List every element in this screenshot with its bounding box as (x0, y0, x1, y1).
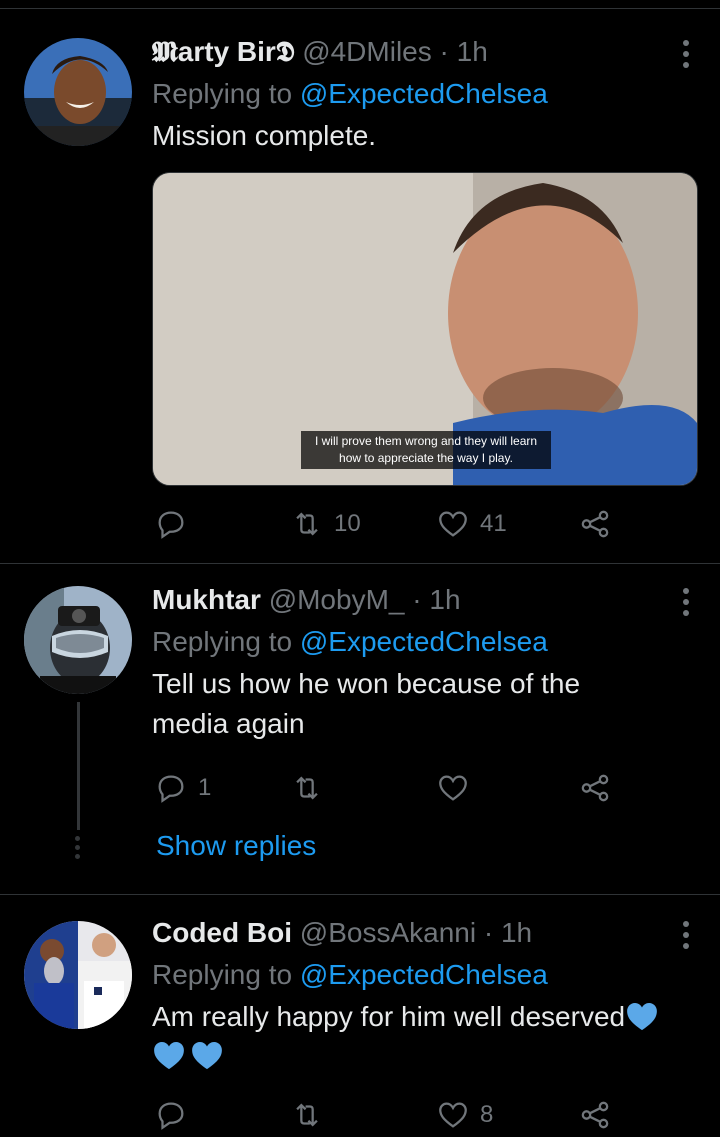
tweet-header: Coded Boi @BossAkanni · 1h (152, 915, 696, 951)
replying-to-label: Replying to (152, 626, 293, 657)
tweet-text-block: Am really happy for him well deserved (152, 997, 712, 1037)
reply-button[interactable]: 1 (154, 766, 211, 810)
like-icon (439, 1102, 467, 1128)
tweet-text: Tell us how he won because of the media … (152, 668, 581, 739)
avatar[interactable] (24, 38, 132, 146)
tweet-actions: 1 (152, 766, 622, 810)
like-icon (439, 511, 467, 537)
reply-button[interactable] (154, 502, 198, 546)
tweet-header: Mukhtar @MobyM_ · 1h (152, 582, 696, 618)
retweet-button[interactable]: 10 (290, 502, 361, 546)
reply-icon (158, 775, 184, 803)
display-name[interactable]: Mukhtar (152, 584, 261, 615)
replying-to: Replying to @ExpectedChelsea (152, 76, 696, 112)
tweet-actions: 8 (152, 1093, 622, 1137)
share-icon (581, 510, 609, 538)
replying-to: Replying to @ExpectedChelsea (152, 957, 696, 993)
share-button[interactable] (578, 1093, 612, 1137)
tweet-header: 𝕸arty Bir𝕯 @4DMiles · 1h (152, 34, 696, 70)
replying-to: Replying to @ExpectedChelsea (152, 624, 696, 660)
like-button[interactable] (436, 766, 480, 810)
like-button[interactable]: 8 (436, 1093, 493, 1137)
tweet-video[interactable]: I will prove them wrong and they will le… (152, 172, 698, 486)
share-icon (581, 774, 609, 802)
emoji-row (152, 1039, 696, 1071)
mention-link[interactable]: @ExpectedChelsea (300, 626, 548, 657)
tweet-2[interactable]: Mukhtar @MobyM_ · 1h Replying to @Expect… (0, 564, 720, 894)
tweet-3[interactable]: Coded Boi @BossAkanni · 1h Replying to @… (0, 895, 720, 1130)
tweet-text: Am really happy for him well deserved (152, 1001, 626, 1032)
tweet-text: Mission complete. (152, 120, 377, 151)
user-handle[interactable]: @4DMiles (302, 36, 432, 67)
more-icon[interactable] (680, 40, 692, 68)
reply-count: 1 (198, 774, 212, 801)
video-caption: I will prove them wrong and they will le… (301, 431, 551, 469)
separator-dot: · (439, 36, 449, 67)
retweet-icon (296, 776, 318, 800)
tweet-content: Mukhtar @MobyM_ · 1h Replying to @Expect… (152, 582, 696, 744)
display-name[interactable]: Coded Boi (152, 917, 292, 948)
avatar[interactable] (24, 586, 132, 694)
tweet-1[interactable]: 𝕸arty Bir𝕯 @4DMiles · 1h Replying to @Ex… (0, 0, 720, 560)
blue-heart-emoji (154, 1041, 184, 1070)
user-handle[interactable]: @MobyM_ (269, 584, 405, 615)
tweet-content: 𝕸arty Bir𝕯 @4DMiles · 1h Replying to @Ex… (152, 34, 696, 156)
more-icon[interactable] (680, 921, 692, 949)
share-button[interactable] (578, 766, 612, 810)
blue-heart-emoji (627, 1002, 657, 1031)
timestamp[interactable]: 1h (501, 917, 532, 948)
display-name[interactable]: 𝕸arty Bir𝕯 (152, 36, 294, 67)
like-button[interactable]: 41 (436, 502, 507, 546)
mention-link[interactable]: @ExpectedChelsea (300, 78, 548, 109)
share-icon (581, 1101, 609, 1129)
tweet-content: Coded Boi @BossAkanni · 1h Replying to @… (152, 915, 696, 1071)
separator-dot: · (412, 584, 422, 615)
retweet-button[interactable] (290, 1093, 334, 1137)
separator-dot: · (483, 917, 494, 948)
tweet-actions: 10 41 (152, 502, 622, 546)
more-icon[interactable] (680, 588, 692, 616)
share-button[interactable] (578, 502, 612, 546)
blue-heart-emoji (192, 1041, 222, 1070)
like-count: 41 (480, 510, 507, 537)
timestamp[interactable]: 1h (429, 584, 460, 615)
retweet-button[interactable] (290, 766, 334, 810)
retweet-icon (296, 1103, 318, 1127)
user-handle[interactable]: @BossAkanni (300, 917, 476, 948)
reply-icon (158, 1102, 184, 1130)
show-replies-link[interactable]: Show replies (156, 830, 316, 862)
reply-icon (158, 511, 184, 539)
like-count: 8 (480, 1101, 494, 1128)
replying-to-label: Replying to (152, 78, 293, 109)
reply-button[interactable] (154, 1093, 198, 1137)
thread-line (77, 702, 80, 830)
retweet-count: 10 (334, 510, 361, 537)
replying-to-label: Replying to (152, 959, 293, 990)
like-icon (439, 775, 467, 801)
thread-dots (75, 836, 80, 859)
avatar[interactable] (24, 921, 132, 1029)
timestamp[interactable]: 1h (457, 36, 488, 67)
mention-link[interactable]: @ExpectedChelsea (300, 959, 548, 990)
retweet-icon (296, 512, 318, 536)
